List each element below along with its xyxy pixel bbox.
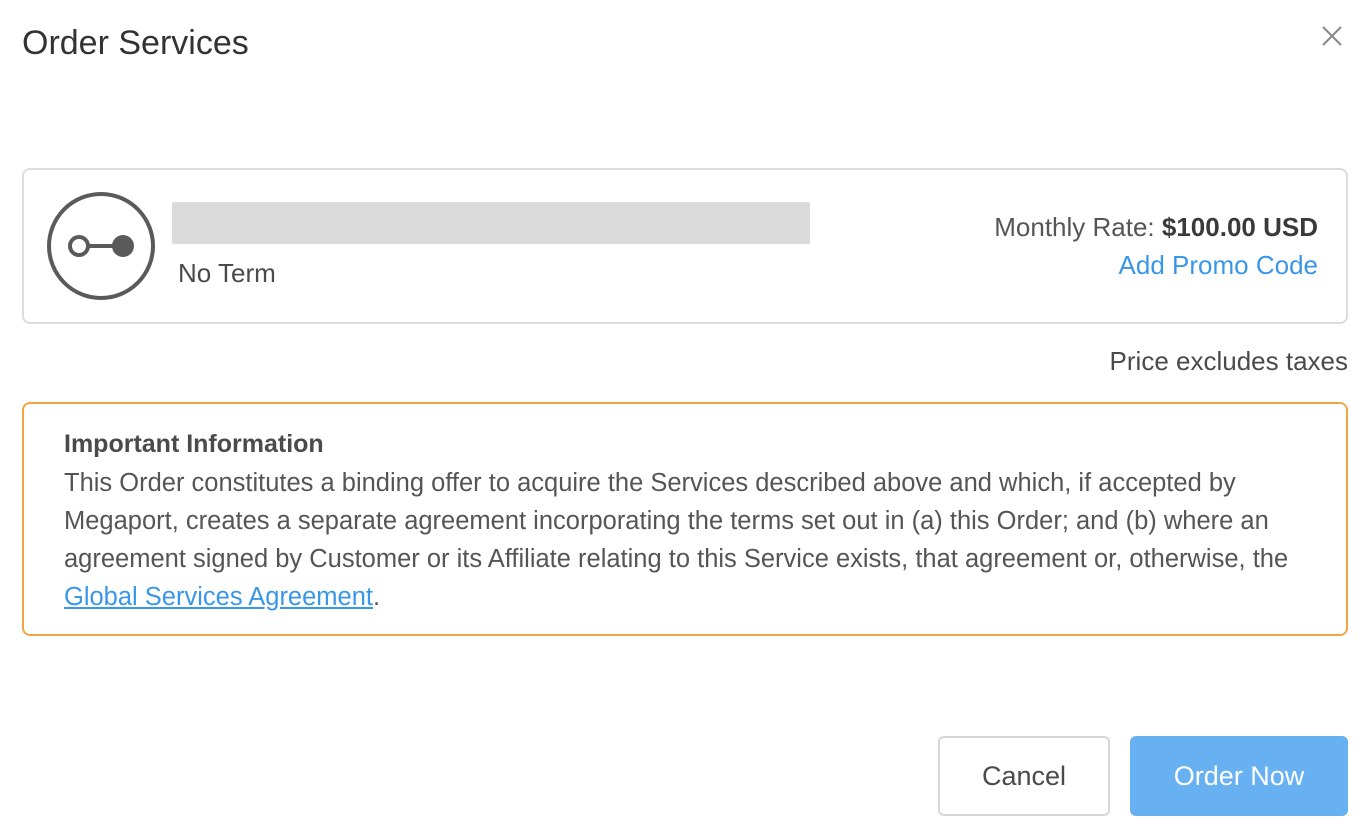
- info-body: This Order constitutes a binding offer t…: [64, 464, 1306, 616]
- global-services-agreement-link[interactable]: Global Services Agreement: [64, 583, 373, 611]
- important-information-box: Important Information This Order constit…: [22, 402, 1348, 636]
- cancel-button[interactable]: Cancel: [938, 736, 1110, 816]
- close-icon[interactable]: [1318, 22, 1346, 50]
- add-promo-code-link[interactable]: Add Promo Code: [1119, 250, 1318, 281]
- info-body-text: This Order constitutes a binding offer t…: [64, 469, 1289, 573]
- order-services-dialog: Order Services No Term Monthly Rate: $10…: [0, 0, 1372, 840]
- info-body-end: .: [373, 583, 381, 611]
- service-name-redacted: [172, 202, 810, 244]
- monthly-rate-label: Monthly Rate:: [994, 212, 1155, 242]
- monthly-rate: Monthly Rate: $100.00 USD: [994, 212, 1318, 243]
- monthly-rate-value: $100.00 USD: [1161, 212, 1318, 242]
- connection-icon: [46, 191, 156, 301]
- order-now-button[interactable]: Order Now: [1130, 736, 1348, 816]
- tax-note: Price excludes taxes: [1109, 346, 1348, 376]
- info-heading: Important Information: [64, 430, 324, 458]
- dialog-title: Order Services: [22, 24, 249, 62]
- service-summary-card: No Term Monthly Rate: $100.00 USD Add Pr…: [22, 168, 1348, 324]
- service-term: No Term: [178, 258, 276, 288]
